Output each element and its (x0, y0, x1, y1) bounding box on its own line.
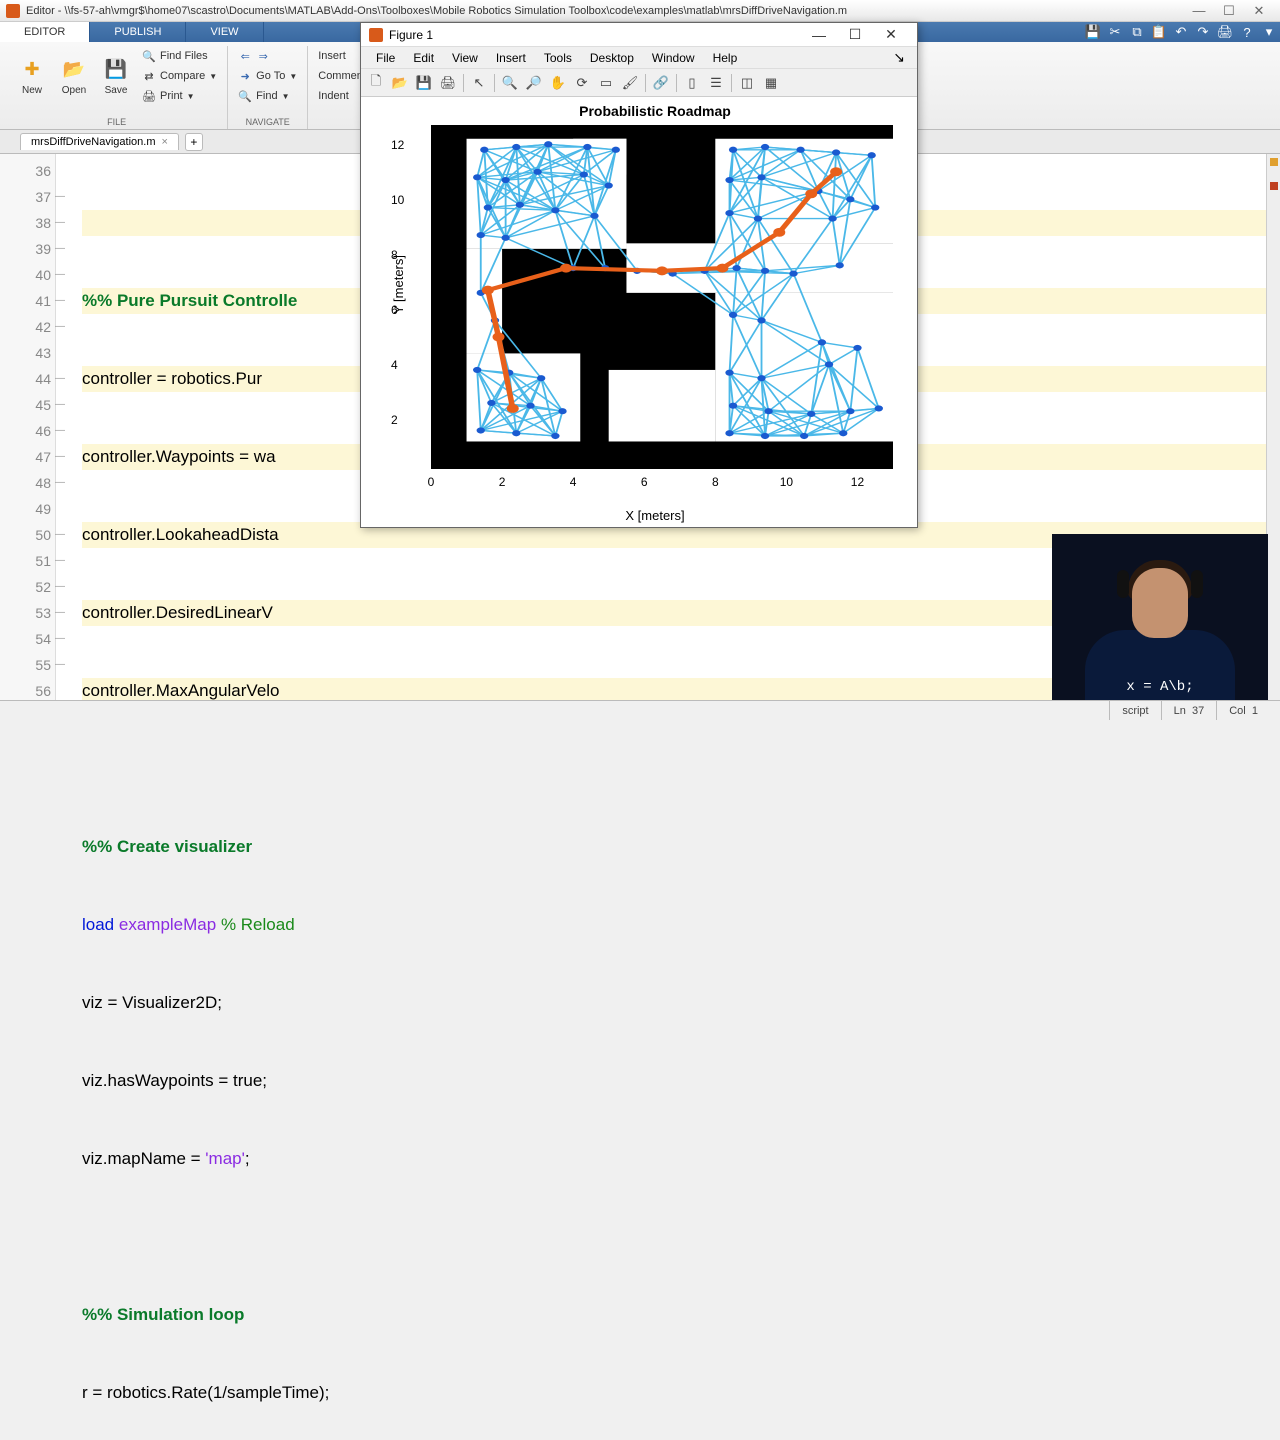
plot-title: Probabilistic Roadmap (417, 103, 893, 119)
find-files-button[interactable]: 🔍Find Files (138, 46, 221, 66)
menu-file[interactable]: File (367, 51, 404, 65)
colorbar-icon[interactable]: ▯ (681, 72, 703, 94)
close-button[interactable]: ✕ (1244, 3, 1274, 19)
open-button[interactable]: 📂Open (54, 55, 94, 98)
legend-icon[interactable]: ☰ (705, 72, 727, 94)
link-icon[interactable]: 🔗 (650, 72, 672, 94)
line-gutter: 36373839 40414243 44454647 48495051 5253… (0, 154, 56, 700)
webcam-code-text: x = A\b; (1126, 680, 1193, 694)
print-quick-icon[interactable]: 🖨 (1214, 22, 1236, 42)
goto-button[interactable]: ➜Go To▼ (234, 66, 301, 86)
save-quick-icon[interactable]: 💾 (1082, 22, 1104, 42)
main-titlebar: Editor - \\fs-57-ah\vmgr$\home07\scastro… (0, 0, 1280, 22)
new-button[interactable]: ✚New (12, 55, 52, 98)
file-tab-name: mrsDiffDriveNavigation.m (31, 136, 156, 148)
find-button[interactable]: 🔍Find▼ (234, 86, 301, 106)
copy-icon[interactable]: ⧉ (1126, 22, 1148, 42)
figure-maximize-button[interactable]: ☐ (837, 26, 873, 43)
compare-button[interactable]: ⇄Compare▼ (138, 66, 221, 86)
undo-icon[interactable]: ↶ (1170, 22, 1192, 42)
menu-edit[interactable]: Edit (404, 51, 443, 65)
print-button[interactable]: 🖨Print▼ (138, 86, 221, 106)
minimize-button[interactable]: — (1184, 3, 1214, 18)
save-figure-icon[interactable]: 💾 (413, 72, 435, 94)
zoom-in-icon[interactable]: 🔍 (499, 72, 521, 94)
group-nav-label: NAVIGATE (234, 117, 301, 129)
group-file-label: FILE (12, 117, 221, 129)
nav-back-button[interactable]: ⇐⇒ (234, 46, 301, 66)
menu-view[interactable]: View (443, 51, 487, 65)
zoom-out-icon[interactable]: 🔎 (523, 72, 545, 94)
status-line: Ln 37 (1161, 701, 1217, 720)
redo-icon[interactable]: ↷ (1192, 22, 1214, 42)
expand-icon[interactable]: ▾ (1258, 22, 1280, 42)
code-minimap-strip[interactable] (1266, 154, 1280, 700)
roadmap-svg (431, 125, 893, 469)
status-type: script (1109, 701, 1160, 720)
figure-menubar: File Edit View Insert Tools Desktop Wind… (361, 47, 917, 69)
paste-icon[interactable]: 📋 (1148, 22, 1170, 42)
add-tab-button[interactable]: + (185, 133, 203, 151)
figure-titlebar[interactable]: Figure 1 — ☐ ✕ (361, 23, 917, 47)
menu-insert[interactable]: Insert (487, 51, 535, 65)
new-figure-icon[interactable]: 🗋 (365, 72, 387, 94)
plot-axes (431, 125, 893, 469)
menu-tools[interactable]: Tools (535, 51, 581, 65)
figure-toolbar: 🗋 📂 💾 🖨 ↖ 🔍 🔎 ✋ ⟳ ▭ 🖌 🔗 ▯ ☰ ◫ ▦ (361, 69, 917, 97)
file-tab[interactable]: mrsDiffDriveNavigation.m × (20, 133, 179, 150)
status-bar: script Ln 37 Col 1 (0, 700, 1280, 720)
brush-icon[interactable]: 🖌 (619, 72, 641, 94)
app-icon (6, 4, 20, 18)
pan-icon[interactable]: ✋ (547, 72, 569, 94)
tab-publish[interactable]: PUBLISH (90, 22, 186, 42)
datatip-icon[interactable]: ▭ (595, 72, 617, 94)
figure-plot-area[interactable]: Probabilistic Roadmap X [meters] Y [mete… (361, 97, 917, 527)
pointer-icon[interactable]: ↖ (468, 72, 490, 94)
help-icon[interactable]: ? (1236, 22, 1258, 42)
figure-minimize-button[interactable]: — (801, 27, 837, 43)
save-button[interactable]: 💾Save (96, 55, 136, 98)
figure-title: Figure 1 (389, 28, 801, 42)
rotate-icon[interactable]: ⟳ (571, 72, 593, 94)
figure-icon (369, 28, 383, 42)
window-title: Editor - \\fs-57-ah\vmgr$\home07\scastro… (26, 5, 1184, 17)
open-figure-icon[interactable]: 📂 (389, 72, 411, 94)
figure-close-button[interactable]: ✕ (873, 26, 909, 43)
maximize-button[interactable]: ☐ (1214, 3, 1244, 19)
figure-window: Figure 1 — ☐ ✕ File Edit View Insert Too… (360, 22, 918, 528)
tab-editor[interactable]: EDITOR (0, 22, 90, 42)
tab-view[interactable]: VIEW (186, 22, 263, 42)
menu-window[interactable]: Window (643, 51, 704, 65)
layout-icon[interactable]: ▦ (760, 72, 782, 94)
webcam-overlay: x = A\b; (1052, 534, 1268, 700)
plot-xlabel: X [meters] (417, 508, 893, 523)
status-col: Col 1 (1216, 701, 1270, 720)
menu-help[interactable]: Help (704, 51, 747, 65)
file-tab-close-icon[interactable]: × (162, 136, 168, 148)
print-figure-icon[interactable]: 🖨 (437, 72, 459, 94)
cut-icon[interactable]: ✂ (1104, 22, 1126, 42)
menu-desktop[interactable]: Desktop (581, 51, 643, 65)
menu-expand-icon[interactable]: ↘ (887, 49, 911, 66)
dock-icon[interactable]: ◫ (736, 72, 758, 94)
